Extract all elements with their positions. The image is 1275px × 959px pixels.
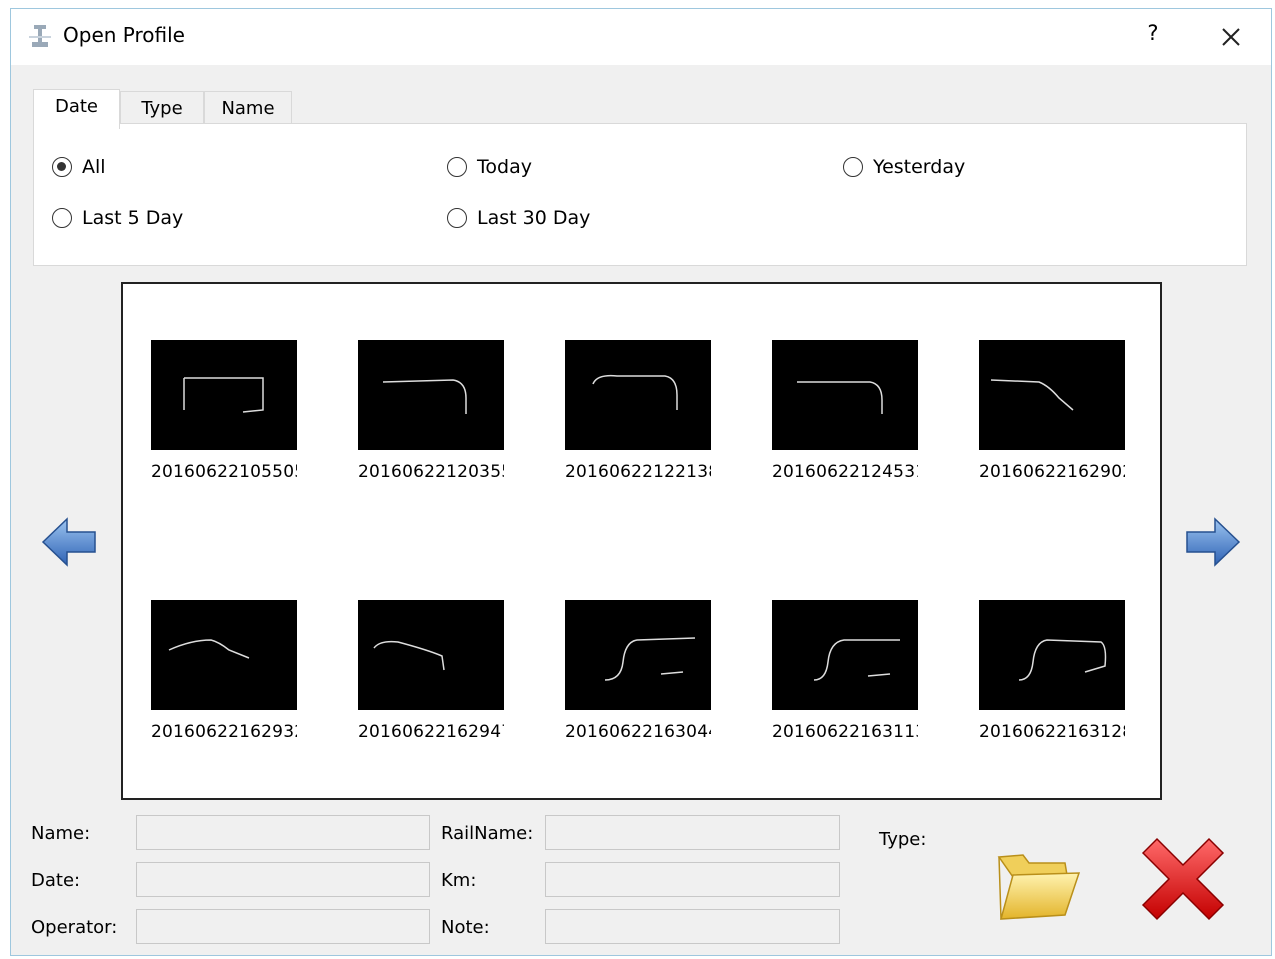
profile-image	[151, 600, 297, 710]
open-profile-dialog: Open Profile ? Date Type Name All Today …	[10, 8, 1272, 956]
profile-thumbnail[interactable]: 20160622163113	[772, 600, 918, 742]
radio-today[interactable]: Today	[447, 156, 532, 178]
profile-image	[979, 600, 1125, 710]
note-label: Note:	[441, 917, 490, 938]
profile-caption: 20160622105505	[151, 462, 297, 482]
radio-last-5-day[interactable]: Last 5 Day	[52, 207, 183, 229]
profile-caption: 20160622163113	[772, 722, 918, 742]
km-label: Km:	[441, 870, 477, 891]
radio-last-30-day[interactable]: Last 30 Day	[447, 207, 590, 229]
radio-indicator	[447, 157, 467, 177]
profile-thumbnail[interactable]: 20160622163044	[565, 600, 711, 742]
window-title: Open Profile	[63, 23, 185, 47]
rail-profile-icon	[29, 25, 51, 47]
profile-image	[979, 340, 1125, 450]
profile-thumbnail[interactable]: 20160622162902	[979, 340, 1125, 482]
arrow-left-icon[interactable]	[41, 517, 97, 567]
profile-image	[565, 600, 711, 710]
profile-image	[565, 340, 711, 450]
title-bar: Open Profile ?	[11, 9, 1271, 65]
radio-label: Yesterday	[873, 156, 966, 178]
profile-gallery: 20160622105505 20160622120355 2016062212…	[121, 282, 1162, 800]
close-icon[interactable]	[1213, 19, 1249, 55]
profile-thumbnail[interactable]: 20160622122138	[565, 340, 711, 482]
operator-label: Operator:	[31, 917, 118, 938]
date-field[interactable]	[136, 862, 430, 897]
profile-caption: 20160622163044	[565, 722, 711, 742]
radio-yesterday[interactable]: Yesterday	[843, 156, 965, 178]
profile-caption: 20160622120355	[358, 462, 504, 482]
name-field[interactable]	[136, 815, 430, 850]
profile-caption: 20160622162947	[358, 722, 504, 742]
profile-thumbnail[interactable]: 20160622124531	[772, 340, 918, 482]
profile-caption: 20160622162902	[979, 462, 1125, 482]
radio-indicator	[447, 208, 467, 228]
profile-thumbnail[interactable]: 20160622162947	[358, 600, 504, 742]
profile-image	[772, 340, 918, 450]
red-x-icon[interactable]	[1139, 835, 1227, 923]
radio-indicator	[52, 157, 72, 177]
radio-label: Last 30 Day	[477, 207, 591, 229]
name-label: Name:	[31, 823, 91, 844]
tab-date[interactable]: Date	[33, 89, 120, 129]
railname-label: RailName:	[441, 823, 534, 844]
type-label: Type:	[879, 829, 927, 850]
profile-image	[358, 340, 504, 450]
arrow-right-icon[interactable]	[1185, 517, 1241, 567]
profile-thumbnail[interactable]: 20160622120355	[358, 340, 504, 482]
km-field[interactable]	[545, 862, 840, 897]
profile-caption: 20160622122138	[565, 462, 711, 482]
profile-image	[772, 600, 918, 710]
date-label: Date:	[31, 870, 81, 891]
radio-label: Today	[477, 156, 532, 178]
note-field[interactable]	[545, 909, 840, 944]
operator-field[interactable]	[136, 909, 430, 944]
profile-caption: 20160622163128	[979, 722, 1125, 742]
profile-caption: 20160622162932	[151, 722, 297, 742]
help-button[interactable]: ?	[1141, 21, 1165, 45]
radio-label: All	[82, 156, 106, 178]
profile-caption: 20160622124531	[772, 462, 918, 482]
date-filter-panel: All Today Yesterday Last 5 Day Last 30 D…	[33, 123, 1247, 266]
radio-all[interactable]: All	[52, 156, 106, 178]
radio-indicator	[52, 208, 72, 228]
profile-thumbnail[interactable]: 20160622163128	[979, 600, 1125, 742]
radio-label: Last 5 Day	[82, 207, 184, 229]
railname-field[interactable]	[545, 815, 840, 850]
profile-thumbnail[interactable]: 20160622105505	[151, 340, 297, 482]
profile-image	[151, 340, 297, 450]
profile-image	[358, 600, 504, 710]
profile-thumbnail[interactable]: 20160622162932	[151, 600, 297, 742]
open-folder-icon[interactable]	[993, 845, 1083, 923]
radio-indicator	[843, 157, 863, 177]
